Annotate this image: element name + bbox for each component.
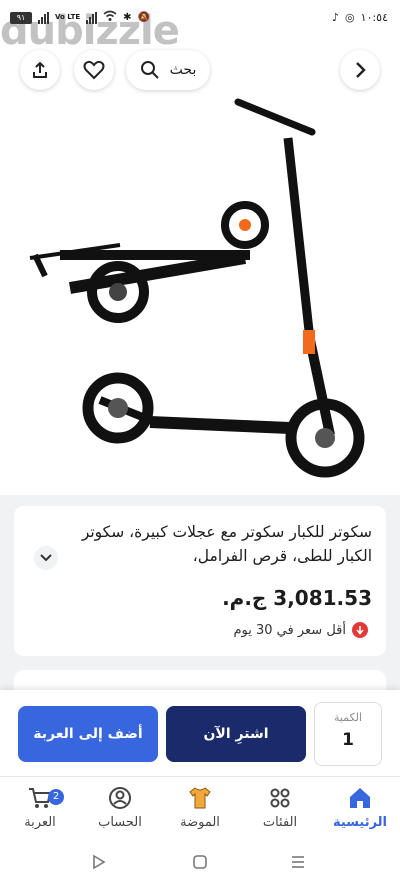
play-triangle-icon <box>93 854 106 870</box>
system-navigation-bar <box>0 840 400 888</box>
categories-icon <box>270 788 290 808</box>
fashion-icon <box>189 787 211 809</box>
bottom-navigation: 2 العربة الحساب الموضة الفئات الرئيسية <box>0 776 400 840</box>
nav-item-fashion[interactable]: الموضة <box>160 785 240 830</box>
mute-icon: 🔕 <box>137 12 150 23</box>
status-bar: dubizzle ٩١ Vo LTE ✱ 🔕 ♪ ◎ ١٠:٥٤ <box>0 0 400 54</box>
nav-item-categories[interactable]: الفئات <box>240 785 320 830</box>
system-back-button[interactable] <box>92 854 106 874</box>
share-button[interactable] <box>20 50 60 90</box>
expand-title-button[interactable] <box>34 546 58 570</box>
nav-label-cart: العربة <box>24 815 56 830</box>
buy-now-button[interactable]: اشترِ الآن <box>166 706 306 762</box>
lowest-price-note: أقل سعر في 30 يوم <box>233 622 368 638</box>
nav-label-categories: الفئات <box>262 815 298 830</box>
arrow-down-icon <box>352 622 368 638</box>
nav-item-home[interactable]: الرئيسية <box>320 785 400 830</box>
system-recents-button[interactable] <box>290 854 306 874</box>
search-button[interactable]: بحث <box>126 50 210 90</box>
nav-item-account[interactable]: الحساب <box>80 785 160 830</box>
signal-icon <box>38 11 49 24</box>
whatsapp-icon: ◎ <box>345 11 355 24</box>
search-icon <box>140 61 159 79</box>
favorite-button[interactable] <box>74 50 114 90</box>
share-icon <box>33 61 47 78</box>
heart-icon <box>83 60 105 80</box>
nav-label-account: الحساب <box>98 815 142 830</box>
lowest-price-text: أقل سعر في 30 يوم <box>233 622 346 638</box>
product-info-card: سكوتر للكبار سكوتر مع عجلات كبيرة، سكوتر… <box>14 506 386 656</box>
purchase-action-bar: أضف إلى العربة اشترِ الآن الكمية 1 <box>0 690 400 776</box>
status-left: ٩١ Vo LTE ✱ 🔕 <box>10 10 150 25</box>
quantity-selector[interactable]: الكمية 1 <box>314 702 382 766</box>
battery-icon: ٩١ <box>10 11 32 24</box>
quantity-value: 1 <box>342 730 354 750</box>
account-icon <box>109 787 131 809</box>
product-image[interactable] <box>0 40 400 495</box>
clock: ١٠:٥٤ <box>360 11 388 24</box>
chevron-down-icon <box>40 554 52 562</box>
status-right: ♪ ◎ ١٠:٥٤ <box>332 11 388 24</box>
nav-label-home: الرئيسية <box>332 815 388 830</box>
square-icon <box>193 855 207 869</box>
scooter-illustration <box>29 98 365 478</box>
nav-label-fashion: الموضة <box>180 815 220 830</box>
quantity-label: الكمية <box>333 711 363 724</box>
menu-lines-icon <box>292 856 304 868</box>
back-button[interactable] <box>340 50 380 90</box>
product-title: سكوتر للكبار سكوتر مع عجلات كبيرة، سكوتر… <box>81 523 372 565</box>
product-price: 3,081.53 ج.م. <box>222 586 372 610</box>
wifi-icon <box>103 10 117 25</box>
nav-item-cart[interactable]: 2 العربة <box>0 785 80 830</box>
tiktok-icon: ♪ <box>332 11 340 24</box>
signal-icon-2 <box>86 11 98 24</box>
volte-label: Vo LTE <box>55 13 81 21</box>
system-home-button[interactable] <box>192 854 208 874</box>
home-icon <box>350 788 370 808</box>
cart-count-badge: 2 <box>48 789 64 805</box>
chevron-right-icon <box>356 62 366 78</box>
add-to-cart-button[interactable]: أضف إلى العربة <box>18 706 158 762</box>
search-label: بحث <box>169 62 197 78</box>
bluetooth-icon: ✱ <box>123 12 132 23</box>
